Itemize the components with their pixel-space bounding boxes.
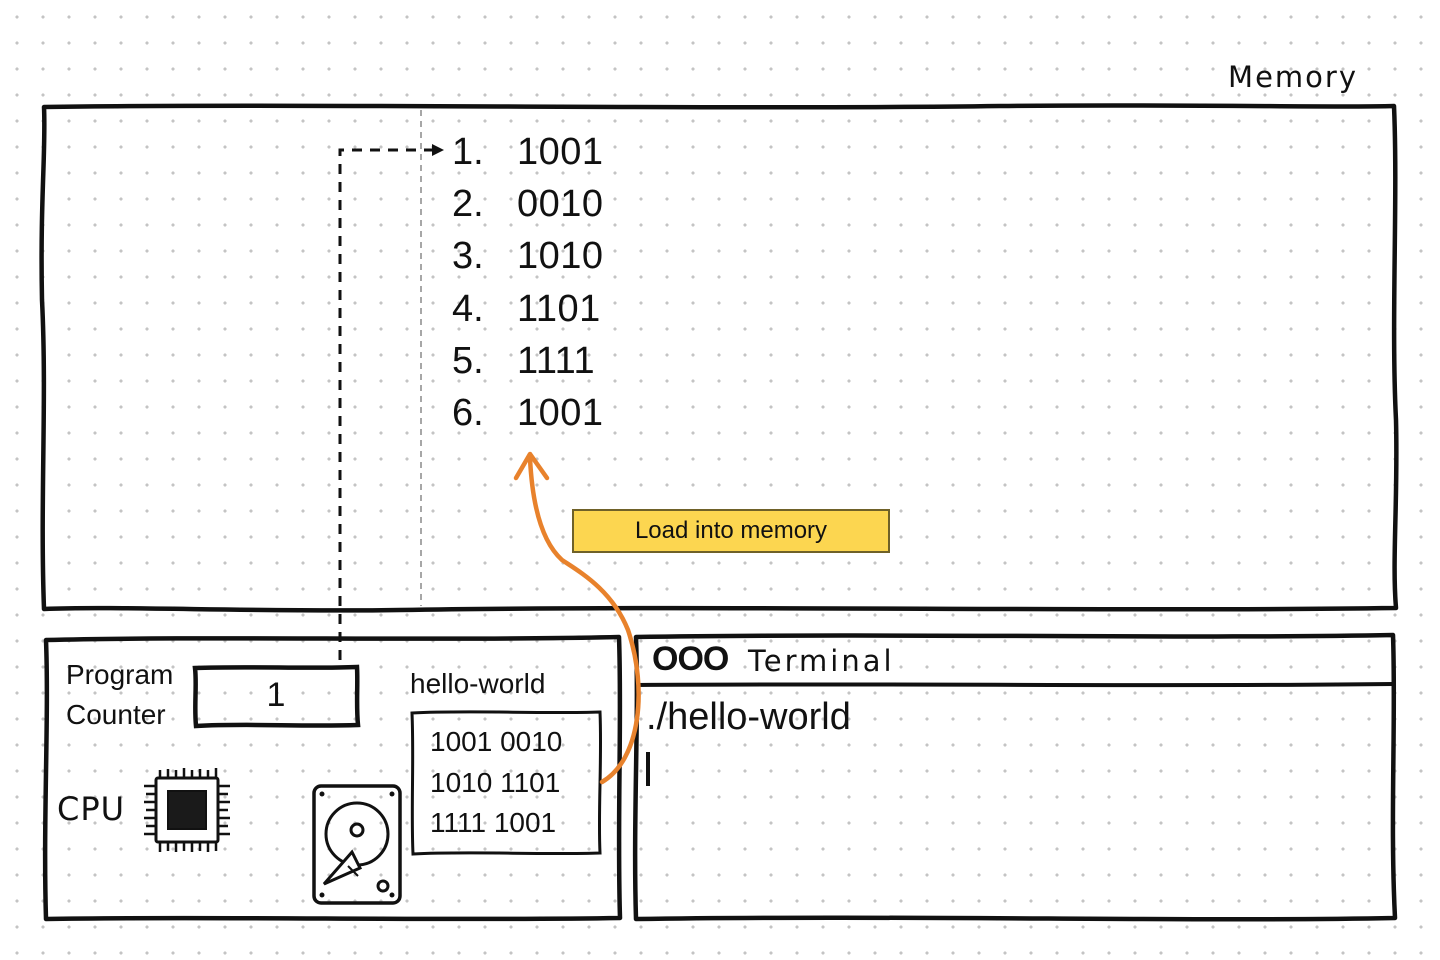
memory-row: 6. 1001 [452, 387, 604, 439]
memory-list: 1. 1001 2. 0010 3. 1010 4. 1101 5. 1111 … [452, 126, 604, 440]
memory-row-value: 1001 [517, 130, 604, 173]
file-name-label: hello-world [410, 668, 546, 699]
memory-row: 5. 1111 [452, 335, 604, 387]
memory-row: 1. 1001 [452, 126, 604, 178]
terminal-window-controls[interactable]: OOO [652, 640, 729, 679]
memory-row: 3. 1010 [452, 231, 604, 283]
pc-pointer-arrowhead [432, 144, 444, 156]
memory-row-value: 1111 [517, 339, 596, 382]
memory-row-value: 0010 [517, 182, 604, 225]
file-bytes-line: 1010 1101 [430, 766, 561, 798]
memory-row-index: 5. [452, 339, 484, 382]
memory-row-value: 1101 [517, 287, 601, 330]
program-counter-value: 1 [266, 675, 286, 714]
memory-row-value: 1010 [517, 235, 604, 278]
memory-row-index: 2. [452, 182, 484, 225]
memory-row-index: 1. [452, 130, 484, 173]
cpu-label: CPU [57, 790, 126, 828]
program-counter-label: Program Counter [66, 655, 173, 735]
memory-row: 4. 1101 [452, 283, 604, 335]
hard-drive-icon [312, 784, 402, 905]
memory-row-value: 1001 [517, 392, 604, 435]
file-bytes-line: 1001 0010 [430, 726, 563, 757]
load-into-memory-label: Load into memory [572, 509, 890, 553]
memory-row-index: 4. [452, 287, 484, 330]
terminal-title-divider [635, 682, 1394, 688]
memory-row-index: 3. [452, 235, 484, 278]
program-counter-label-line1: Program [66, 659, 174, 690]
pc-pointer-arrow [338, 148, 432, 660]
memory-row: 2. 0010 [452, 178, 604, 230]
terminal-title: Terminal [748, 644, 895, 678]
terminal-input-area[interactable] [640, 690, 1390, 915]
memory-title: Memory [1228, 60, 1358, 94]
program-counter-label-line2: Counter [66, 699, 166, 730]
file-bytes: 1001 0010 1010 1101 1111 1001 [430, 722, 562, 844]
memory-row-index: 6. [452, 392, 484, 435]
cpu-chip-icon [144, 768, 230, 852]
file-bytes-line: 1111 1001 [430, 807, 557, 838]
